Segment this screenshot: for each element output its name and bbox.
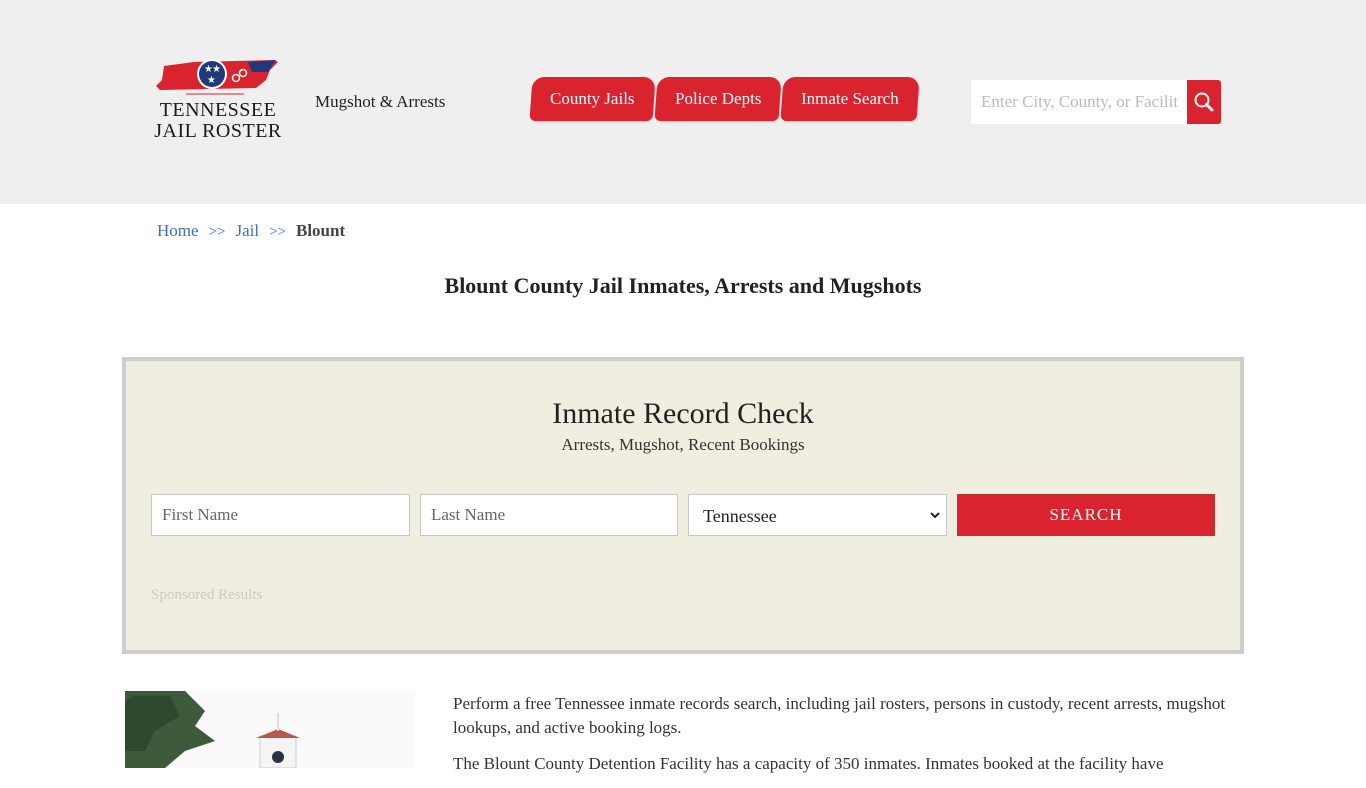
breadcrumb-current: Blount: [296, 221, 346, 240]
first-name-input[interactable]: [151, 494, 410, 536]
nav-tab-county-jails[interactable]: County Jails: [529, 77, 656, 121]
description-paragraph: The Blount County Detention Facility has…: [453, 754, 1164, 773]
page-title: Blount County Jail Inmates, Arrests and …: [444, 273, 922, 298]
record-check-title: Inmate Record Check: [552, 397, 814, 430]
search-icon: [1194, 92, 1214, 112]
last-name-input[interactable]: [420, 494, 678, 536]
site-search: [971, 80, 1221, 124]
site-tagline: Mugshot & Arrests: [315, 92, 446, 111]
blount-courthouse-photo: [125, 691, 415, 768]
state-select[interactable]: Tennessee: [688, 494, 947, 536]
chevron-down-icon: [930, 512, 940, 519]
state-select-value: Tennessee: [703, 505, 777, 526]
site-logo[interactable]: ★ ★ ★ TENNESSEE JAIL ROSTER: [154, 58, 282, 148]
breadcrumb-jail[interactable]: Jail: [235, 221, 259, 240]
site-search-button[interactable]: [1187, 80, 1221, 124]
jail-description: Perform a free Tennessee inmate records …: [453, 692, 1233, 788]
inmate-record-check-panel: Inmate Record Check Arrests, Mugshot, Re…: [122, 357, 1244, 654]
breadcrumb-separator: >>: [208, 224, 226, 240]
site-header: ★ ★ ★ TENNESSEE JAIL ROSTER Mugshot & Ar…: [0, 0, 1366, 204]
site-search-input[interactable]: [971, 80, 1187, 124]
record-search-button[interactable]: SEARCH: [957, 494, 1215, 536]
svg-text:★: ★: [207, 75, 216, 86]
nav-tab-police-depts[interactable]: Police Depts: [654, 77, 782, 121]
record-check-subtitle: Arrests, Mugshot, Recent Bookings: [561, 435, 805, 454]
breadcrumb: Home >> Jail >> Blount: [157, 221, 345, 241]
main-nav: County Jails Police Depts Inmate Search: [529, 77, 920, 121]
sponsored-results-label: Sponsored Results: [151, 587, 263, 603]
logo-text-line1: TENNESSEE: [159, 99, 277, 121]
tennessee-map-icon: ★ ★ ★: [156, 59, 278, 95]
logo-text-line2: JAIL ROSTER: [154, 120, 282, 142]
description-paragraph: Perform a free Tennessee inmate records …: [453, 694, 1226, 737]
breadcrumb-separator: >>: [269, 224, 286, 240]
breadcrumb-home[interactable]: Home: [157, 221, 199, 240]
nav-tab-inmate-search[interactable]: Inmate Search: [780, 77, 920, 121]
svg-text:★: ★: [212, 64, 221, 75]
